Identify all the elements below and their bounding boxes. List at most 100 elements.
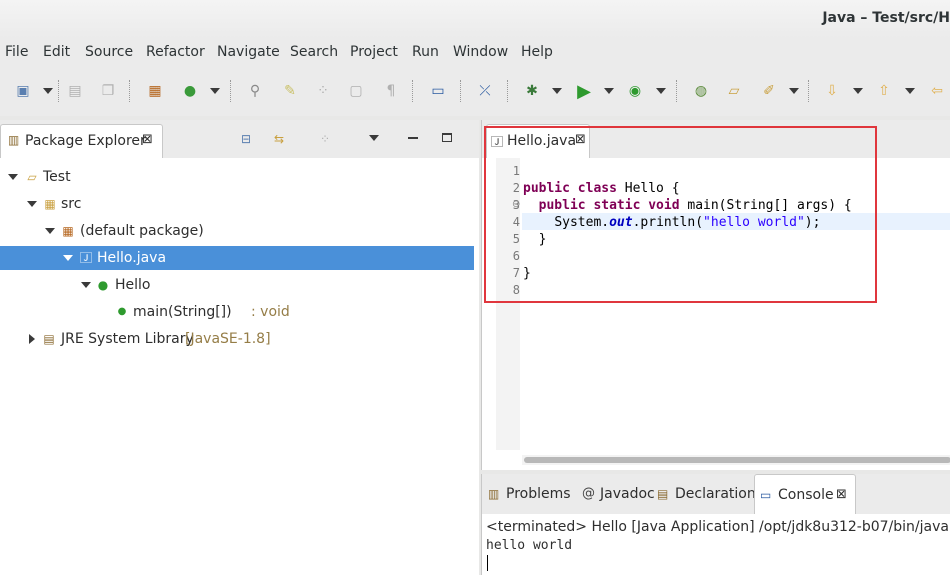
class-icon: ● xyxy=(97,278,109,292)
close-icon[interactable]: ⊠ xyxy=(836,475,847,515)
package-explorer-tab-bar: ▥ Package Explorer ⊠ ⊟ ⇆ ⁘ xyxy=(0,120,479,158)
method-icon: ● xyxy=(117,306,127,317)
tab-javadoc[interactable]: @ Javadoc xyxy=(578,474,655,514)
menu-project[interactable]: Project xyxy=(350,44,398,60)
expand-arrow-icon[interactable] xyxy=(45,228,55,234)
package-icon: ▦ xyxy=(62,224,74,238)
next-annotation-icon[interactable]: ⇩ xyxy=(823,82,841,100)
task-dropdown-arrow[interactable] xyxy=(789,88,799,94)
new-class-dropdown-arrow[interactable] xyxy=(210,88,220,94)
show-whitespace-icon[interactable]: ¶ xyxy=(382,82,400,100)
external-tool-dropdown-arrow[interactable] xyxy=(656,88,666,94)
maximize-icon[interactable] xyxy=(442,133,452,142)
window-title: Java – Test/src/H xyxy=(822,10,950,26)
toggle-mark-icon[interactable]: ⁘ xyxy=(314,82,332,100)
open-project-icon[interactable]: ◍ xyxy=(692,82,710,100)
toolbar: ▣ ▤ ❐ ▦ ● ⚲ ✎ ⁘ ▢ ¶ ▭ ⤫ ✱ ▶ ◉ ◍ ▱ ✐ ⇩ ⇧ … xyxy=(0,66,950,116)
tab-problems[interactable]: ▥ Problems xyxy=(484,474,571,514)
new-package-icon[interactable]: ▦ xyxy=(146,82,164,100)
tree-item-default-package[interactable]: ▦ (default package) xyxy=(0,219,474,243)
package-explorer-icon: ▥ xyxy=(8,133,20,147)
open-task-icon[interactable]: ✐ xyxy=(760,82,778,100)
minimize-icon[interactable] xyxy=(408,137,418,139)
tab-label: Javadoc xyxy=(600,486,655,502)
tree-item-method-main[interactable]: ● main(String[]) : void xyxy=(0,300,474,324)
run-dropdown-arrow[interactable] xyxy=(604,88,614,94)
previous-annotation-dropdown-arrow[interactable] xyxy=(905,88,915,94)
tab-declaration[interactable]: ▤ Declaration xyxy=(655,474,756,514)
open-type-icon[interactable]: ⚲ xyxy=(246,82,264,100)
view-menu-icon[interactable] xyxy=(369,135,379,141)
run-external-tool-icon[interactable]: ◉ xyxy=(626,82,644,100)
title-bar: Java – Test/src/H xyxy=(0,0,950,38)
declaration-icon: ▤ xyxy=(657,487,669,501)
menu-edit[interactable]: Edit xyxy=(43,44,70,60)
tab-label: Problems xyxy=(506,486,571,502)
highlight-annotation-box xyxy=(484,126,877,303)
tab-package-explorer[interactable]: ▥ Package Explorer ⊠ xyxy=(0,124,163,158)
tab-console[interactable]: ▭ Console ⊠ xyxy=(754,474,856,514)
terminal-icon[interactable]: ▭ xyxy=(429,82,447,100)
collapse-all-icon[interactable]: ⊟ xyxy=(241,132,251,146)
source-folder-icon: ▦ xyxy=(44,197,56,211)
problems-icon: ▥ xyxy=(488,487,500,501)
next-annotation-dropdown-arrow[interactable] xyxy=(853,88,863,94)
menu-refactor[interactable]: Refactor xyxy=(146,44,205,60)
expand-arrow-icon[interactable] xyxy=(81,282,91,288)
collapse-arrow-icon[interactable] xyxy=(29,334,35,344)
close-icon[interactable]: ⊠ xyxy=(142,132,153,147)
horizontal-scrollbar[interactable] xyxy=(522,455,950,465)
tree-item-project[interactable]: ▱ Test xyxy=(0,165,474,189)
open-folder-icon[interactable]: ▱ xyxy=(725,82,743,100)
tab-label: Declaration xyxy=(675,486,756,502)
tree-item-label: Hello.java xyxy=(97,250,167,266)
tree-item-label: Test xyxy=(43,169,71,185)
menu-source[interactable]: Source xyxy=(85,44,133,60)
expand-arrow-icon[interactable] xyxy=(27,201,37,207)
previous-annotation-icon[interactable]: ⇧ xyxy=(875,82,893,100)
tree-item-hello-java[interactable]: 🄹 Hello.java xyxy=(0,246,474,270)
menu-navigate[interactable]: Navigate xyxy=(217,44,280,60)
console-icon: ▭ xyxy=(760,488,772,502)
tree-item-label: main(String[]) xyxy=(133,304,232,320)
run-icon[interactable]: ▶ xyxy=(575,81,593,102)
project-folder-icon: ▱ xyxy=(27,170,37,184)
method-return-type: : void xyxy=(251,304,290,320)
menu-help[interactable]: Help xyxy=(521,44,553,60)
debug-dropdown-arrow[interactable] xyxy=(552,88,562,94)
new-class-icon[interactable]: ● xyxy=(181,82,199,100)
expand-arrow-icon[interactable] xyxy=(63,255,73,261)
block-select-icon[interactable]: ▢ xyxy=(347,82,365,100)
menu-window[interactable]: Window xyxy=(453,44,508,60)
tree-item-label: Hello xyxy=(115,277,151,293)
tree-item-label: (default package) xyxy=(80,223,204,239)
library-icon: ▤ xyxy=(43,332,55,346)
jre-version-decoration: [JavaSE-1.8] xyxy=(185,331,271,347)
java-file-icon: 🄹 xyxy=(79,251,92,265)
menu-run[interactable]: Run xyxy=(412,44,439,60)
skip-breakpoints-icon[interactable]: ⤫ xyxy=(476,82,494,100)
tree-item-class-hello[interactable]: ● Hello xyxy=(0,273,474,297)
tree-item-src[interactable]: ▦ src xyxy=(0,192,474,216)
expand-arrow-icon[interactable] xyxy=(8,174,18,180)
menu-file[interactable]: File xyxy=(5,44,28,60)
tree-item-label: JRE System Library xyxy=(61,331,194,347)
focus-icon[interactable]: ⁘ xyxy=(320,132,330,146)
javadoc-icon: @ xyxy=(582,486,595,501)
link-with-editor-icon[interactable]: ⇆ xyxy=(274,132,284,146)
new-icon[interactable]: ▣ xyxy=(14,82,32,100)
console-status-line: <terminated> Hello [Java Application] /o… xyxy=(486,519,950,535)
console-output: hello world xyxy=(486,538,573,553)
highlight-icon[interactable]: ✎ xyxy=(281,82,299,100)
save-icon[interactable]: ▤ xyxy=(66,82,84,100)
new-dropdown-arrow[interactable] xyxy=(43,88,53,94)
last-edit-location-icon[interactable]: ⇦ xyxy=(928,82,946,100)
package-explorer-tab-label: Package Explorer xyxy=(25,133,146,149)
menu-search[interactable]: Search xyxy=(290,44,338,60)
debug-icon[interactable]: ✱ xyxy=(523,82,541,100)
scrollbar-thumb[interactable] xyxy=(524,457,950,463)
save-all-icon[interactable]: ❐ xyxy=(99,82,117,100)
tree-item-label: src xyxy=(61,196,82,212)
tree-item-jre-library[interactable]: ▤ JRE System Library [JavaSE-1.8] xyxy=(0,327,474,351)
bottom-tab-bar: ▥ Problems @ Javadoc ▤ Declaration ▭ Con… xyxy=(482,474,950,514)
